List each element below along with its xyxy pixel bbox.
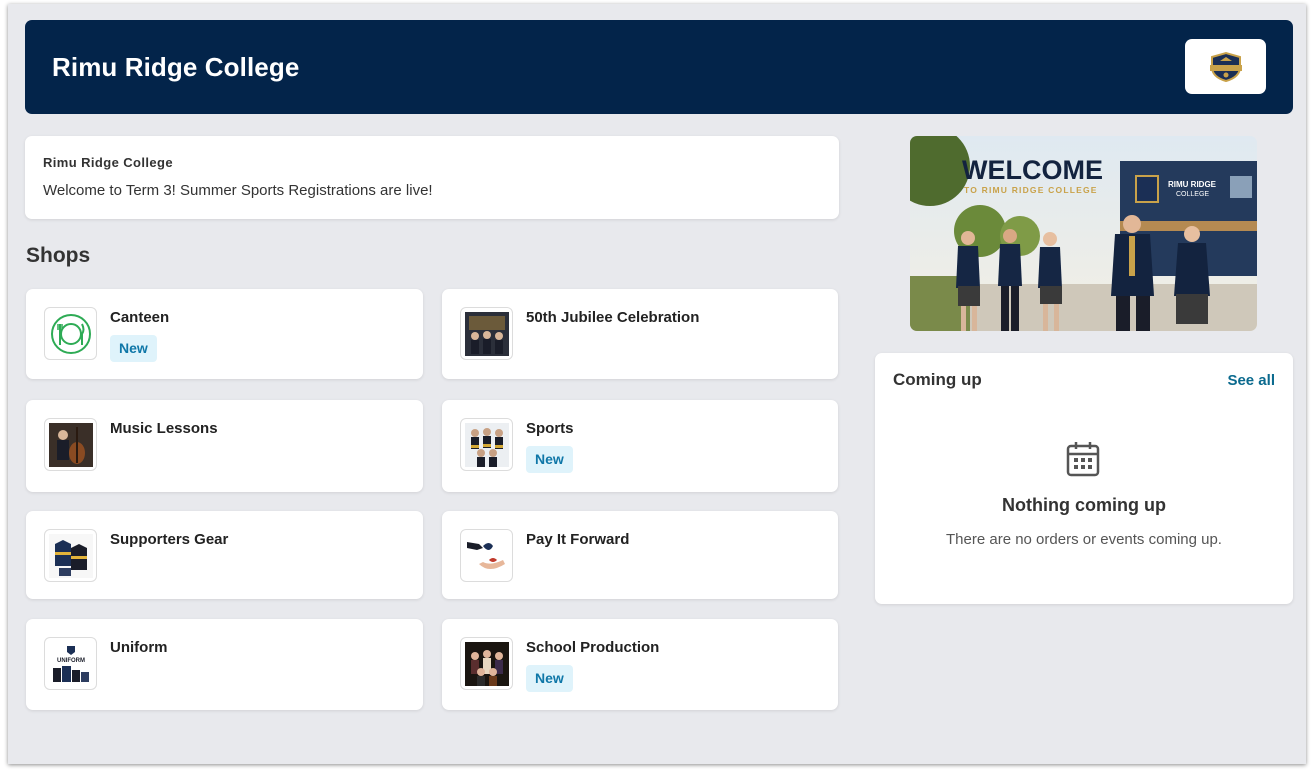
shop-name: Canteen: [110, 309, 170, 326]
shop-name: Uniform: [110, 639, 168, 656]
cello-photo: [44, 418, 97, 471]
new-badge: New: [110, 335, 157, 362]
shop-card-canteen[interactable]: Canteen New: [26, 289, 423, 379]
empty-state-title: Nothing coming up: [1002, 495, 1166, 515]
shop-card-sports[interactable]: Sports New: [442, 400, 838, 492]
hero-headline: WELCOME: [962, 155, 1103, 185]
coming-up-card: Coming up See all Nothing coming up Ther…: [875, 353, 1293, 604]
hero-subline: TO RIMU RIDGE COLLEGE: [964, 185, 1098, 195]
shop-name: Sports: [526, 420, 574, 437]
shop-name: 50th Jubilee Celebration: [526, 309, 700, 326]
notice-card: Rimu Ridge College Welcome to Term 3! Su…: [25, 136, 839, 219]
welcome-banner-image: RIMU RIDGE COLLEGE WELCOME TO RIMU RIDGE…: [910, 136, 1257, 331]
giving-hands-photo: [460, 529, 513, 582]
supporters-gear-photo: [44, 529, 97, 582]
shop-card-50th-jubilee[interactable]: 50th Jubilee Celebration: [442, 289, 838, 379]
notice-organization: Rimu Ridge College: [43, 155, 173, 170]
coming-up-title: Coming up: [893, 370, 982, 389]
shop-name: Music Lessons: [110, 420, 218, 437]
shop-card-pay-it-forward[interactable]: Pay It Forward: [442, 511, 838, 599]
shop-name: School Production: [526, 639, 660, 656]
hero-sign-line2: COLLEGE: [1176, 191, 1209, 198]
svg-text:UNIFORM: UNIFORM: [57, 658, 85, 664]
page-title: Rimu Ridge College: [52, 52, 300, 82]
empty-state-subtitle: There are no orders or events coming up.: [946, 531, 1222, 548]
new-badge: New: [526, 446, 573, 473]
notice-message: Welcome to Term 3! Summer Sports Registr…: [43, 182, 433, 199]
plate-cutlery-icon: [44, 307, 97, 360]
app-frame: Rimu Ridge College Rimu Ridge College We…: [8, 4, 1306, 764]
shop-name: Supporters Gear: [110, 531, 229, 548]
new-badge: New: [526, 665, 573, 692]
shop-card-music-lessons[interactable]: Music Lessons: [26, 400, 423, 492]
calendar-icon: [1066, 442, 1100, 477]
shop-card-uniform[interactable]: UNIFORM Uniform: [26, 619, 423, 710]
shop-card-school-production[interactable]: School Production New: [442, 619, 838, 710]
uniform-photo: UNIFORM: [44, 637, 97, 690]
header-bar: Rimu Ridge College: [25, 20, 1293, 114]
hero-sign-line1: RIMU RIDGE: [1168, 180, 1217, 189]
sports-team-photo: [460, 418, 513, 471]
shops-heading: Shops: [26, 244, 91, 267]
shop-card-supporters-gear[interactable]: Supporters Gear: [26, 511, 423, 599]
jubilee-photo: [460, 307, 513, 360]
see-all-link[interactable]: See all: [1227, 372, 1275, 389]
shop-name: Pay It Forward: [526, 531, 630, 548]
school-crest-icon: [1209, 51, 1242, 82]
school-logo[interactable]: [1185, 39, 1266, 94]
production-photo: [460, 637, 513, 690]
